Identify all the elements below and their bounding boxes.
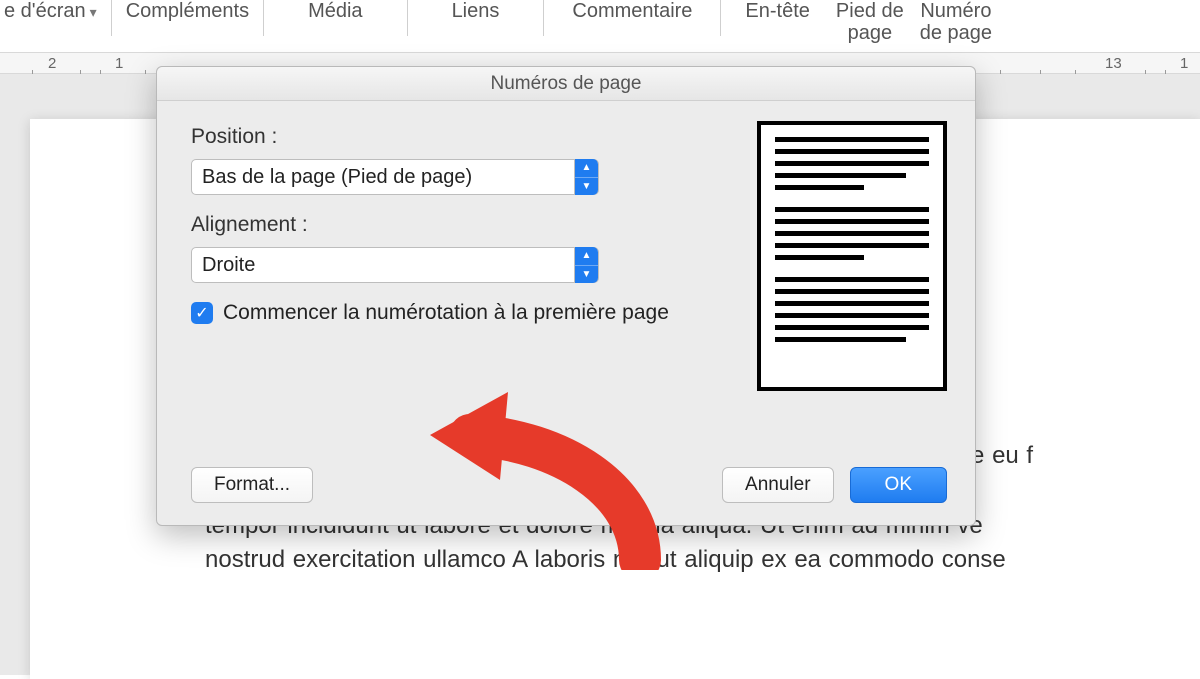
ribbon-item-footer-l1: Pied de [836,0,904,22]
ribbon-item-footer[interactable]: Pied de page [828,0,912,44]
first-page-checkbox[interactable]: ✓ [191,302,213,324]
ribbon-divider [720,0,721,36]
ribbon-item-pn-l2: de page [920,22,992,44]
ribbon-divider [263,0,264,36]
position-select-stepper-icon[interactable]: ▲▼ [574,159,598,195]
ruler-tick: 1 [115,55,123,72]
dialog-title: Numéros de page [157,67,975,101]
cancel-button[interactable]: Annuler [722,467,834,503]
page-preview-icon [757,121,947,391]
check-icon: ✓ [195,303,208,323]
cancel-button-label: Annuler [745,474,811,496]
ribbon-item-page-number[interactable]: Numéro de page [912,0,1000,44]
screenshot-dropdown[interactable]: e d'écran▾ [0,0,105,22]
alignment-select-value: Droite [202,254,255,277]
ribbon-divider [407,0,408,36]
page-numbers-dialog: Numéros de page Position : Bas de la pag… [156,66,976,526]
format-button-label: Format... [214,474,290,496]
chevron-down-icon: ▾ [90,4,97,20]
ribbon-item-media[interactable]: Média [270,0,400,22]
ribbon-item-footer-l2: page [848,22,893,44]
ribbon-item-links[interactable]: Liens [414,0,538,22]
ok-button[interactable]: OK [850,467,947,503]
format-button[interactable]: Format... [191,467,313,503]
ribbon-divider [111,0,112,36]
ribbon-item-header[interactable]: En-tête [727,0,827,22]
position-select-value: Bas de la page (Pied de page) [202,166,472,189]
ruler-tick: 1 [1180,55,1188,72]
alignment-select[interactable]: Droite ▲▼ [191,247,599,283]
ribbon-item-comment[interactable]: Commentaire [550,0,714,22]
screenshot-dropdown-label: e d'écran [4,0,86,22]
ribbon-item-pn-l1: Numéro [920,0,991,22]
ribbon-toolbar: e d'écran▾ Compléments Média Liens Comme… [0,0,1200,40]
ruler-tick: 2 [48,55,56,72]
ribbon-divider [543,0,544,36]
ruler-tick: 13 [1105,55,1122,72]
position-select[interactable]: Bas de la page (Pied de page) ▲▼ [191,159,599,195]
first-page-checkbox-label: Commencer la numérotation à la première … [223,301,669,325]
ribbon-item-complements[interactable]: Compléments [118,0,257,22]
ok-button-label: OK [885,474,912,496]
alignment-select-stepper-icon[interactable]: ▲▼ [574,247,598,283]
